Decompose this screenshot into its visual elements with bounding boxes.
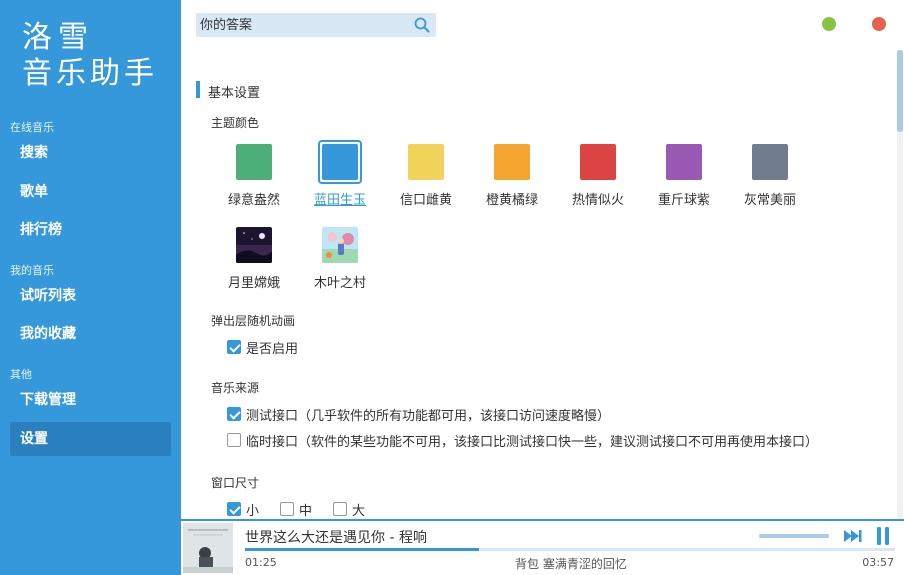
theme-option[interactable]: 木叶之村 [300, 223, 380, 291]
moon-night-image [236, 227, 272, 263]
total-time: 03:57 [862, 556, 894, 569]
theme-option[interactable]: 绿意盎然 [214, 140, 294, 208]
pause-icon[interactable] [875, 526, 891, 546]
sidebar-item-playlists[interactable]: 歌单 [10, 175, 171, 209]
next-track-icon[interactable] [843, 528, 863, 544]
theme-name: 橙黄橘绿 [485, 193, 538, 208]
theme-option[interactable]: 灰常美丽 [730, 140, 810, 208]
source-option-temp[interactable]: 临时接口（软件的某些功能不可用，该接口比测试接口快一些，建议测试接口不可用再使用… [227, 431, 819, 450]
window-size-label: 窗口尺寸 [211, 476, 260, 490]
checkbox-checked[interactable] [227, 340, 241, 354]
volume-slider[interactable] [759, 534, 829, 538]
leaf-village-image [322, 227, 358, 263]
player-bar: 世界这么大还是遇见你 - 程响 01:25 背包 塞满青涩的回忆 03:57 [181, 519, 904, 575]
sidebar-item-search[interactable]: 搜索 [10, 136, 171, 170]
sidebar-item-settings[interactable]: 设置 [10, 422, 171, 456]
progress-fill [245, 548, 479, 551]
logo-line-2: 音乐助手 [22, 56, 158, 91]
sidebar-item-play-list[interactable]: 试听列表 [10, 279, 171, 313]
size-option-large[interactable]: 大 [333, 500, 366, 519]
search-icon[interactable] [414, 17, 430, 33]
checkbox-checked[interactable] [227, 502, 241, 516]
sidebar: 洛雪 音乐助手 在线音乐 搜索 歌单 排行榜 我的音乐 试听列表 我的收藏 其他… [0, 0, 181, 575]
minimize-button[interactable] [822, 17, 836, 31]
search-box [196, 13, 436, 37]
theme-name: 月里嫦娥 [227, 276, 280, 291]
checkbox-label: 临时接口（软件的某些功能不可用，该接口比测试接口快一些，建议测试接口不可用再使用… [246, 434, 819, 450]
music-source-label: 音乐来源 [211, 381, 260, 395]
theme-option[interactable]: 月里嫦娥 [214, 223, 294, 291]
theme-swatch [666, 144, 702, 180]
theme-option[interactable]: 重斤球紫 [644, 140, 724, 208]
checkbox-unchecked[interactable] [280, 502, 294, 516]
checkbox-label: 小 [246, 503, 260, 519]
nav-group-other-title: 其他 [10, 368, 32, 381]
theme-name: 重斤球紫 [657, 193, 710, 208]
checkbox-label: 大 [352, 503, 366, 519]
size-option-medium[interactable]: 中 [280, 500, 313, 519]
checkbox-label: 测试接口（几乎软件的所有功能都可用，该接口访问速度略慢） [246, 408, 611, 424]
theme-option[interactable]: 橙黄橘绿 [472, 140, 552, 208]
section-marker [196, 81, 200, 98]
theme-name: 蓝田生玉 [313, 193, 366, 208]
song-title: 世界这么大还是遇见你 - 程响 [245, 530, 427, 546]
checkbox-checked[interactable] [227, 407, 241, 421]
theme-name: 绿意盎然 [227, 193, 280, 208]
logo-line-1: 洛雪 [22, 20, 94, 55]
theme-name: 木叶之村 [313, 276, 366, 291]
search-input[interactable] [200, 15, 405, 35]
sidebar-item-favorites[interactable]: 我的收藏 [10, 317, 171, 351]
theme-option-active[interactable]: 蓝田生玉 [300, 140, 380, 208]
scrollbar[interactable] [897, 50, 903, 520]
checkbox-unchecked[interactable] [333, 502, 347, 516]
theme-option[interactable]: 信口雌黄 [386, 140, 466, 208]
source-option-test[interactable]: 测试接口（几乎软件的所有功能都可用，该接口访问速度略慢） [227, 405, 611, 424]
checkbox-unchecked[interactable] [227, 433, 241, 447]
theme-swatch [580, 144, 616, 180]
close-button[interactable] [872, 17, 886, 31]
album-cover[interactable] [183, 523, 233, 573]
theme-swatch [408, 144, 444, 180]
section-title: 基本设置 [208, 86, 261, 101]
sidebar-item-downloads[interactable]: 下载管理 [10, 383, 171, 417]
settings-panel: 基本设置 主题颜色 绿意盎然 蓝田生玉 信口雌黄 橙黄橘绿 热情似火 重斤球紫 … [181, 50, 896, 520]
sidebar-item-charts[interactable]: 排行榜 [10, 213, 171, 247]
nav-group-online-title: 在线音乐 [10, 121, 54, 134]
theme-name: 热情似火 [571, 193, 624, 208]
app-logo: 洛雪 音乐助手 [22, 20, 172, 92]
theme-swatch [236, 144, 272, 180]
scrollbar-thumb[interactable] [897, 50, 903, 132]
checkbox-label: 是否启用 [246, 341, 299, 357]
size-option-small[interactable]: 小 [227, 500, 260, 519]
checkbox-label: 中 [299, 503, 313, 519]
theme-name: 信口雌黄 [399, 193, 452, 208]
theme-swatch [494, 144, 530, 180]
theme-name: 灰常美丽 [743, 193, 796, 208]
lyric-line: 背包 塞满青涩的回忆 [515, 557, 627, 571]
theme-swatch [752, 144, 788, 180]
popup-animation-checkbox[interactable]: 是否启用 [227, 338, 299, 357]
theme-label: 主题颜色 [211, 116, 260, 130]
nav-group-my-music-title: 我的音乐 [10, 264, 54, 277]
theme-option[interactable]: 热情似火 [558, 140, 638, 208]
theme-swatch [322, 144, 358, 180]
progress-bar[interactable] [245, 548, 895, 551]
current-time: 01:25 [245, 556, 277, 569]
popup-animation-label: 弹出层随机动画 [211, 314, 296, 328]
